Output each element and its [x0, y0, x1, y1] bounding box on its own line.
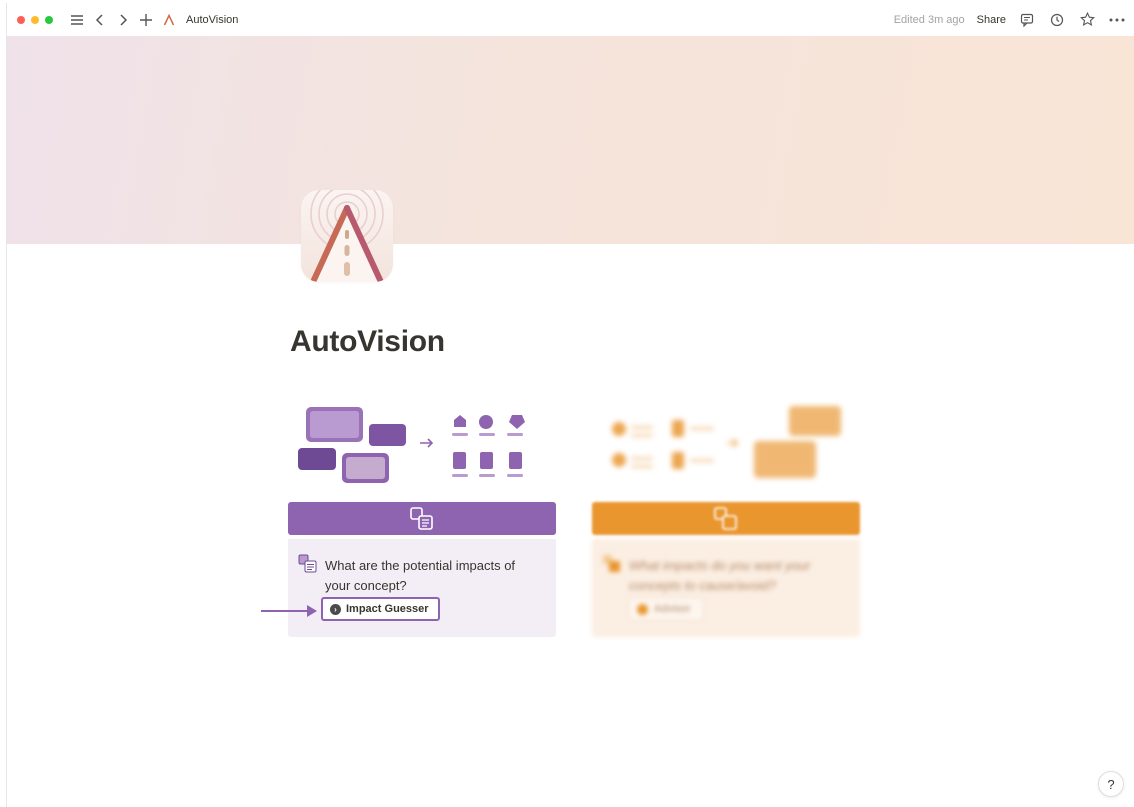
- pointer-arrow-icon: [261, 605, 317, 617]
- impact-guesser-icon: [410, 506, 433, 530]
- advisor-label: Advisor: [654, 603, 691, 615]
- forward-icon[interactable]: [113, 10, 133, 30]
- advisor-button[interactable]: Advisor: [628, 597, 704, 621]
- advisor-card: What impacts do you want your concepts t…: [592, 539, 860, 637]
- advisor-card-header: [592, 502, 860, 535]
- close-window-button[interactable]: [17, 15, 25, 24]
- page-cover[interactable]: [7, 36, 1134, 244]
- breadcrumb-page-title[interactable]: AutoVision: [186, 14, 238, 26]
- advisor-illustration: [593, 398, 861, 494]
- orange-circle-icon: [637, 603, 648, 615]
- new-page-icon[interactable]: [136, 10, 156, 30]
- advisor-icon: [714, 506, 737, 530]
- impact-card: What are the potential impacts of your c…: [288, 539, 556, 637]
- impact-question-icon: [298, 554, 317, 573]
- impact-card-header: [288, 502, 556, 535]
- share-button[interactable]: Share: [977, 14, 1006, 26]
- title-bar: AutoVision Edited 3m ago Share: [7, 3, 1134, 36]
- history-clock-icon[interactable]: [1048, 11, 1066, 29]
- edited-timestamp: Edited 3m ago: [893, 13, 965, 26]
- page-emoji-icon: [159, 10, 179, 30]
- window-controls: [17, 15, 53, 24]
- topbar-actions: Edited 3m ago Share: [894, 3, 1126, 36]
- favorite-star-icon[interactable]: [1078, 11, 1096, 29]
- road-signal-logo-icon: [310, 190, 384, 282]
- arrow-right-circle-icon: ›: [330, 603, 341, 615]
- page-icon[interactable]: [301, 190, 393, 282]
- impact-guesser-button[interactable]: › Impact Guesser: [321, 597, 440, 621]
- more-options-icon[interactable]: [1108, 11, 1126, 29]
- impact-question: What are the potential impacts of your c…: [325, 558, 516, 593]
- advisor-question-icon: [603, 555, 620, 572]
- help-button[interactable]: ?: [1098, 771, 1124, 797]
- comments-icon[interactable]: [1018, 11, 1036, 29]
- page-title[interactable]: AutoVision: [290, 325, 445, 359]
- back-icon[interactable]: [90, 10, 110, 30]
- impact-guesser-label: Impact Guesser: [346, 603, 429, 615]
- minimize-window-button[interactable]: [31, 15, 39, 24]
- advisor-question: What impacts do you want your concepts t…: [629, 558, 811, 593]
- zoom-window-button[interactable]: [45, 15, 53, 24]
- app-window: AutoVision Edited 3m ago Share AutoVisio…: [6, 3, 1134, 807]
- sidebar-toggle-icon[interactable]: [67, 10, 87, 30]
- impact-illustration: [289, 398, 557, 494]
